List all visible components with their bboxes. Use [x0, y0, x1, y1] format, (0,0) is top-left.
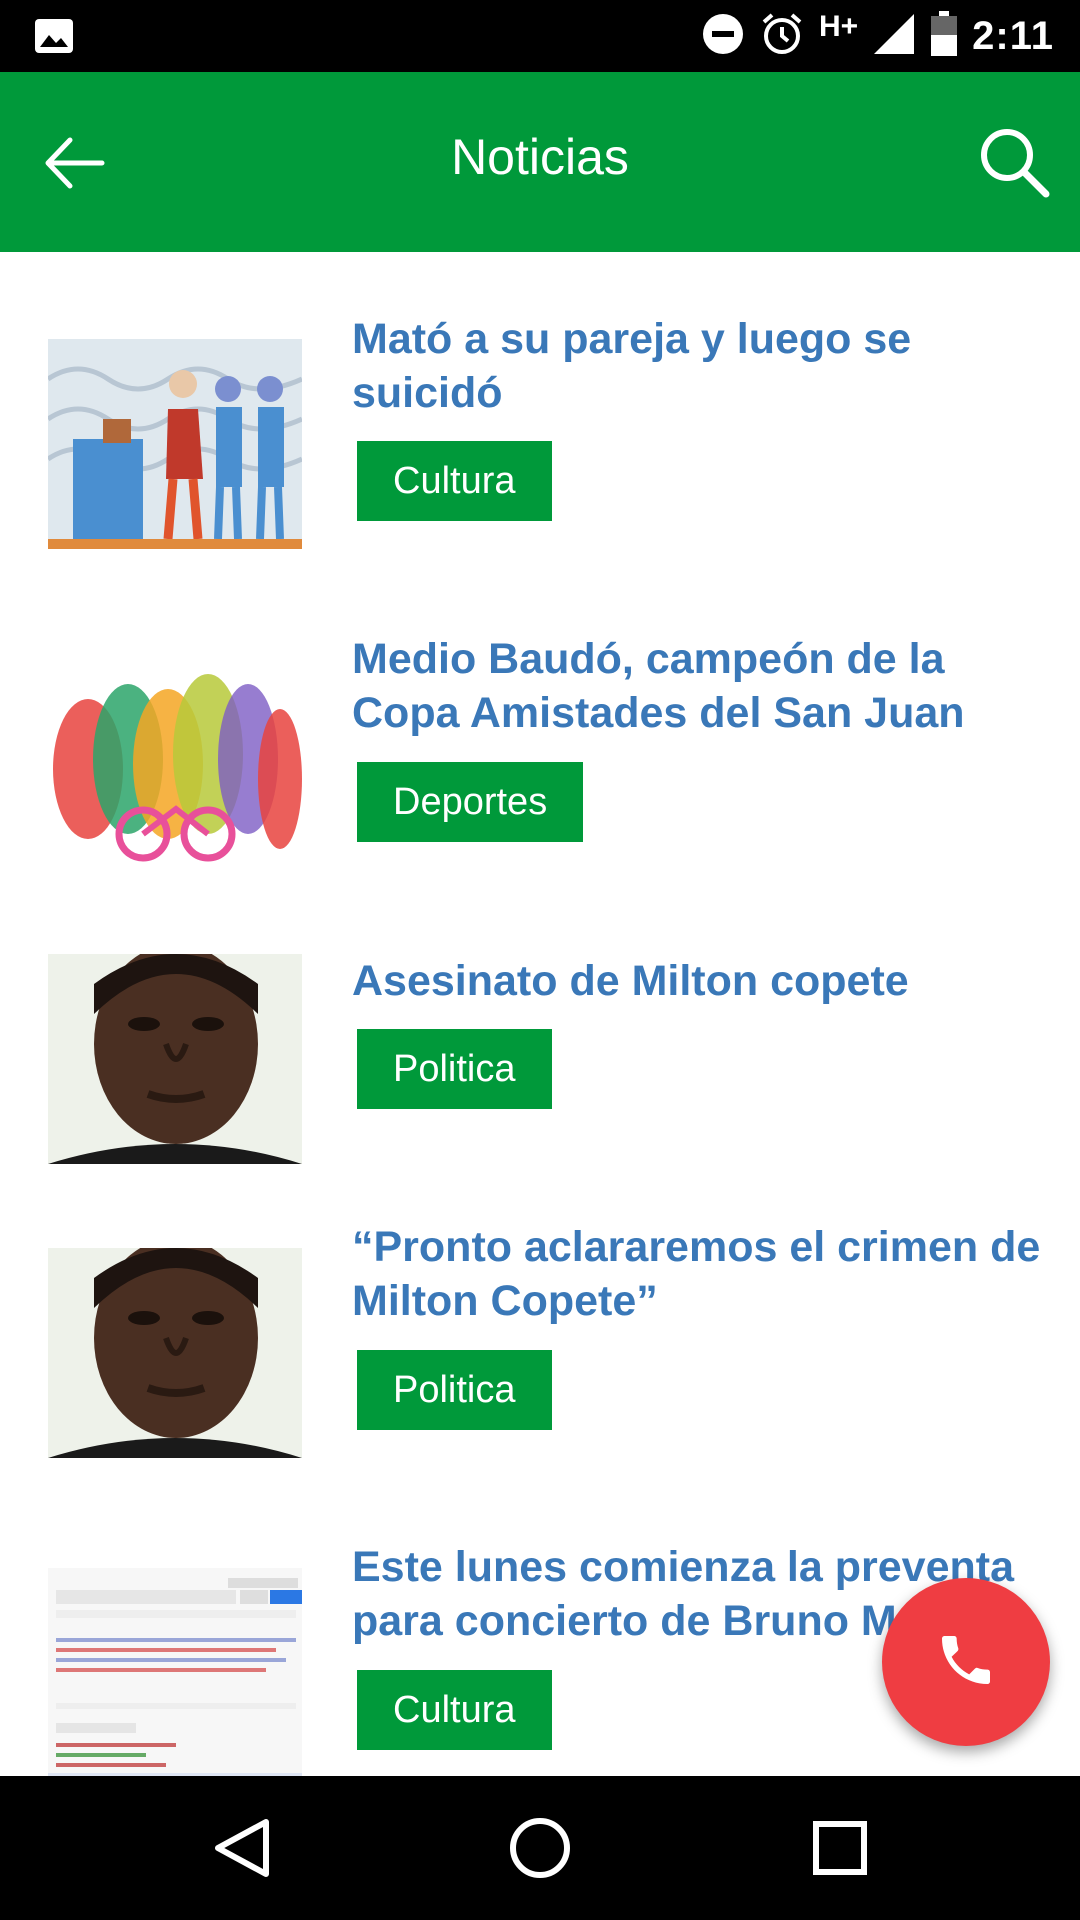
category-badge[interactable]: Deportes	[357, 762, 584, 842]
news-thumbnail	[48, 659, 302, 869]
news-title[interactable]: Mató a su pareja y luego se suicidó	[352, 312, 1052, 420]
clock: 2:11	[972, 13, 1054, 58]
alarm-icon	[759, 11, 805, 62]
news-title[interactable]: Asesinato de Milton copete	[352, 954, 1052, 1008]
news-title[interactable]: “Pronto aclararemos el crimen de Milton …	[352, 1220, 1052, 1328]
page-title: Noticias	[451, 129, 629, 185]
news-list[interactable]: Mató a su pareja y luego se suicidó Cult…	[0, 252, 1080, 1776]
call-fab-button[interactable]	[882, 1578, 1050, 1746]
network-type: H+	[818, 10, 859, 43]
home-circle-icon[interactable]	[504, 1812, 576, 1884]
category-badge[interactable]: Politica	[357, 1350, 552, 1430]
news-title[interactable]: Medio Baudó, campeón de la Copa Amistade…	[352, 632, 1052, 740]
recents-square-icon[interactable]	[804, 1812, 876, 1884]
news-thumbnail	[48, 1248, 302, 1458]
category-badge[interactable]: Cultura	[357, 441, 552, 521]
system-nav-bar	[0, 1776, 1080, 1920]
news-thumbnail	[48, 339, 302, 549]
news-thumbnail	[48, 1568, 302, 1776]
category-badge[interactable]: Cultura	[357, 1670, 552, 1750]
status-bar: H+ 2:11	[0, 0, 1080, 72]
signal-icon	[872, 12, 916, 61]
app-toolbar: Noticias	[0, 72, 1080, 252]
category-badge[interactable]: Politica	[357, 1029, 552, 1109]
do-not-disturb-icon	[701, 12, 745, 61]
phone-icon	[934, 1628, 998, 1697]
search-icon[interactable]	[976, 124, 1052, 200]
image-notification-icon	[34, 18, 74, 59]
news-thumbnail	[48, 954, 302, 1164]
back-triangle-icon[interactable]	[206, 1812, 278, 1884]
battery-icon	[930, 10, 958, 62]
